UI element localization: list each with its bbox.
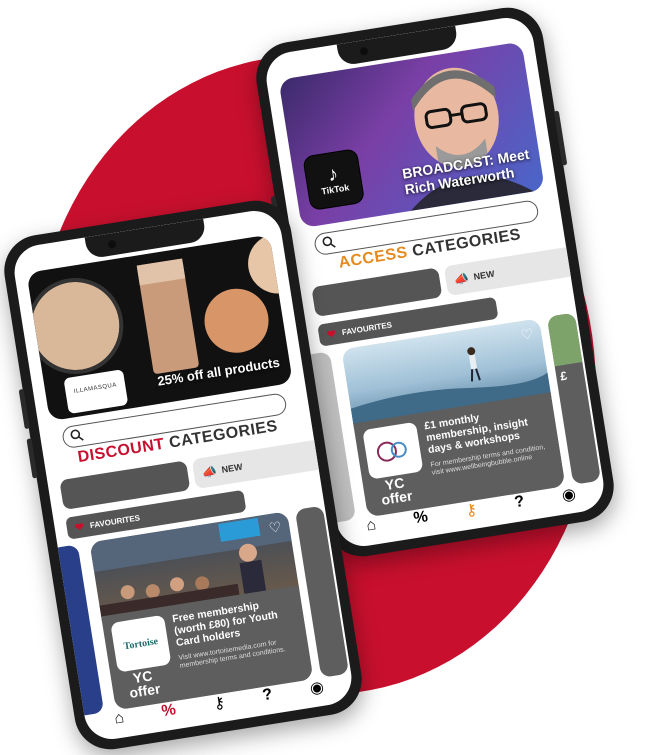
- profile-icon[interactable]: ◉: [308, 677, 325, 699]
- profile-icon[interactable]: ◉: [560, 484, 577, 506]
- help-icon[interactable]: ?: [513, 493, 525, 512]
- help-icon[interactable]: ?: [261, 686, 273, 705]
- tab-new-label: NEW: [472, 268, 496, 282]
- hero-banner[interactable]: ILLAMASQUA 25% off all products: [26, 234, 293, 422]
- favourite-heart-icon[interactable]: ♡: [520, 325, 535, 344]
- home-icon[interactable]: ⌂: [365, 516, 377, 535]
- heart-icon: ❤: [74, 520, 86, 534]
- megaphone-icon: 📣: [452, 270, 470, 287]
- key-icon[interactable]: ⚷: [212, 692, 227, 714]
- search-icon: [70, 429, 84, 441]
- tab-new-label: NEW: [220, 461, 244, 475]
- partner-logo: Tortoise: [110, 614, 172, 673]
- favourites-label: FAVOURITES: [341, 319, 393, 337]
- tiktok-label: TikTok: [320, 182, 350, 197]
- music-note-icon: ♪: [326, 162, 340, 187]
- home-icon[interactable]: ⌂: [113, 709, 125, 728]
- percent-icon[interactable]: %: [412, 508, 429, 528]
- megaphone-icon: 📣: [200, 463, 218, 480]
- hero-banner[interactable]: ♪ TikTok BROADCAST: Meet Rich Waterworth: [278, 41, 545, 229]
- bubble-logo: [376, 441, 407, 462]
- tiktok-logo: ♪ TikTok: [303, 149, 365, 211]
- percent-icon[interactable]: %: [160, 701, 177, 721]
- search-icon: [322, 236, 336, 248]
- favourites-label: FAVOURITES: [89, 512, 141, 530]
- favourite-heart-icon[interactable]: ♡: [268, 518, 283, 537]
- next-card-text: £: [559, 368, 569, 384]
- heart-icon: ❤: [326, 327, 338, 341]
- key-icon[interactable]: ⚷: [464, 499, 479, 521]
- partner-logo: [362, 421, 424, 480]
